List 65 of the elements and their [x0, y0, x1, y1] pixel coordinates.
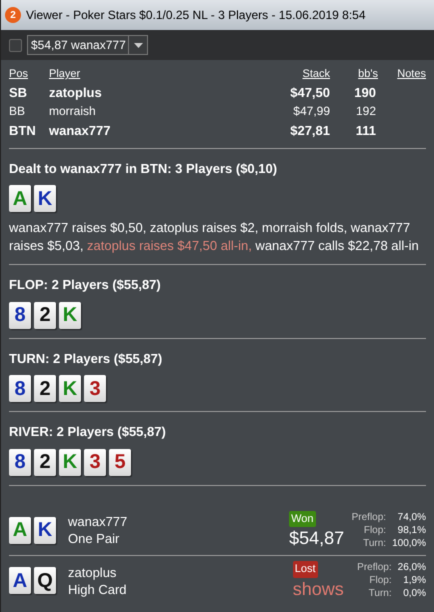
street-header: RIVER: 2 Players ($55,87) [9, 423, 167, 441]
player-cell: zatoplus [49, 84, 102, 100]
equity-label: Flop: [362, 524, 386, 536]
equity-value: 100,0% [392, 536, 426, 550]
bb-cell: 190 [354, 84, 376, 100]
playing-card: K [59, 448, 81, 476]
stack-cell: $27,81 [290, 122, 330, 138]
bb-cell: 111 [356, 122, 376, 138]
playing-card: 3 [84, 448, 106, 476]
playing-card: K [34, 185, 56, 212]
outcome-badge: Won [289, 510, 316, 528]
playing-card: Q [34, 567, 56, 594]
playing-card: 5 [109, 448, 131, 476]
position-cell: BTN [9, 122, 36, 138]
result-amount: $54,87 [289, 527, 344, 550]
hand-rank: High Card [68, 580, 128, 598]
position-cell: BB [9, 104, 26, 118]
playing-card: 2 [34, 302, 56, 328]
equity-label: Preflop: [352, 510, 386, 524]
action-log: wanax777 raises $0,50, zatoplus raises $2, morraish folds, wanax777 raises $5,03, zatoplus raises $47,50 all-in, wanax777 calls $22,78 all-in [9, 219, 420, 255]
playing-card: K [34, 516, 56, 544]
equity-value: 74,0% [396, 510, 426, 524]
position-cell: SB [9, 84, 28, 100]
playing-card: A [9, 185, 31, 212]
street-header: TURN: 2 Players ($55,87) [9, 350, 164, 368]
hand-dropdown[interactable]: $54,87 wanax777 [27, 35, 148, 55]
playing-card: 2 [34, 375, 56, 402]
equity-value: 26,0% [398, 561, 426, 574]
street-header: Dealt to wanax777 in BTN: 3 Players ($0,10) [9, 160, 278, 178]
app-badge: 2 [5, 7, 21, 23]
hand-rank: One Pair [68, 530, 120, 547]
column-header[interactable]: Notes [397, 68, 426, 80]
stack-cell: $47,50 [290, 84, 330, 100]
window-title: Viewer - Poker Stars $0.1/0.25 NL - 3 Players - 15.06.2019 8:54 [26, 7, 366, 24]
street-header: FLOP: 2 Players ($55,87) [9, 276, 162, 294]
player-name: zatoplus [68, 564, 118, 580]
equity-label: Flop: [368, 574, 392, 587]
playing-card: K [59, 375, 81, 402]
checkbox[interactable] [9, 38, 22, 52]
equity-label: Turn: [362, 536, 386, 550]
playing-card: A [9, 567, 31, 594]
player-cell: morraish [49, 104, 96, 118]
playing-card: 8 [9, 302, 31, 328]
equity-label: Turn: [368, 587, 392, 600]
outcome-badge: Lost [292, 561, 318, 578]
playing-card: 8 [9, 448, 31, 476]
column-header[interactable]: Pos [9, 68, 28, 80]
player-cell: wanax777 [49, 122, 110, 138]
playing-card: 2 [34, 448, 56, 476]
bb-cell: 192 [356, 104, 376, 118]
column-header[interactable]: Player [49, 68, 80, 80]
column-header[interactable]: Stack [302, 68, 330, 80]
player-name: wanax777 [68, 513, 128, 530]
stack-cell: $47,99 [293, 104, 330, 118]
playing-card: 3 [84, 375, 106, 402]
equity-value: 1,9% [402, 574, 426, 587]
playing-card: A [9, 516, 31, 544]
playing-card: K [59, 302, 81, 328]
equity-value: 0,0% [402, 587, 426, 600]
equity-value: 98,1% [396, 524, 426, 536]
playing-card: 8 [9, 375, 31, 402]
column-header[interactable]: bb's [358, 68, 378, 80]
equity-label: Preflop: [357, 561, 392, 574]
result-amount: shows [292, 578, 344, 600]
caret-icon [134, 42, 142, 48]
